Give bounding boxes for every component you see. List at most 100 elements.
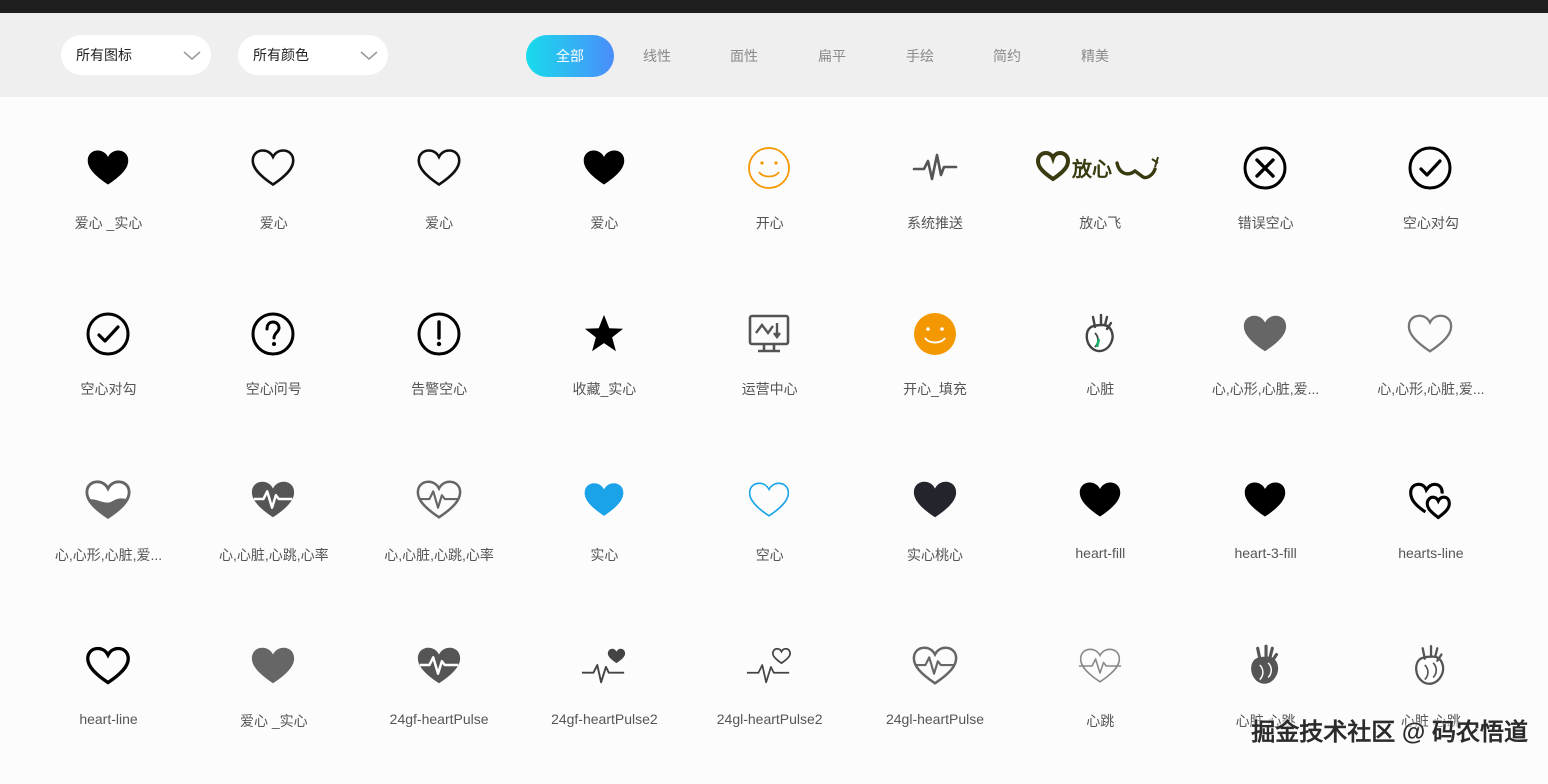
icon-card[interactable]: 心,心形,心脏,爱... [1348,286,1513,452]
tab-linear[interactable]: 线性 [629,35,685,77]
icon-label: hearts-line [1398,545,1464,561]
icon-label: 心跳 [1086,713,1115,729]
icon-card[interactable]: heart-3-fill [1183,452,1348,618]
anatomical-heart-color-icon [1075,311,1125,357]
icon-label: 心脏 [1086,381,1115,397]
check-circle-icon [1405,145,1455,191]
icon-card[interactable]: 开心_填充 [853,286,1018,452]
watermark: 掘金技术社区 @ 码农悟道 [1251,719,1528,746]
icon-card[interactable]: 实心桃心 [853,452,1018,618]
icon-card[interactable]: 心,心脏,心跳,心率 [191,452,356,618]
heart-filled-icon [1240,477,1290,523]
icon-label: 空心 [755,547,784,563]
icon-card[interactable]: 运营中心 [687,286,852,452]
tab-filled[interactable]: 面性 [716,35,772,77]
icon-label: 告警空心 [411,381,468,397]
pulse-heart-outline-icon [744,643,794,689]
icon-card[interactable]: 空心对勾 [1348,120,1513,286]
color-select[interactable]: 所有颜色 [238,35,388,75]
heart-half-fill-icon [83,477,133,523]
heart-filled-icon [1075,477,1125,523]
icon-card[interactable]: 爱心 [357,120,522,286]
icon-card[interactable]: 心脏 心跳 [1183,618,1348,784]
icon-card[interactable]: 爱心 [191,120,356,286]
icon-card[interactable]: 爱心 _实心 [191,618,356,784]
icon-label: 心,心形,心脏,爱... [1211,381,1320,397]
icon-card[interactable]: hearts-line [1348,452,1513,618]
icon-card[interactable]: 24gf-heartPulse2 [522,618,687,784]
tab-simple[interactable]: 简约 [979,35,1035,77]
icon-label: 24gl-heartPulse [885,711,985,727]
tab-all[interactable]: 全部 [526,35,614,77]
icon-card[interactable]: 告警空心 [357,286,522,452]
heart-filled-icon [579,145,629,191]
heart-outline-icon [414,145,464,191]
icon-label: 爱心 _实心 [239,713,308,729]
icon-card[interactable]: 24gf-heartPulse [357,618,522,784]
x-circle-icon [1240,145,1290,191]
icon-grid: 爱心 _实心 爱心 爱心 爱心 开心 系统推送 放心 放心飞 错误空心 空心对勾 空心对勾 空心问号告… [26,120,1522,765]
icon-card[interactable]: 心跳 [1018,618,1183,784]
icon-card[interactable]: 24gl-heartPulse2 [687,618,852,784]
icon-card[interactable]: 放心 放心飞 [1018,120,1183,286]
pulse-heart-filled-icon [579,643,629,689]
check-circle-icon [83,311,133,357]
anatomical-heart-outline-icon [1405,643,1455,689]
icon-label: 心,心形,心脏,爱... [1377,381,1485,397]
icon-card[interactable]: 24gl-heartPulse [853,618,1018,784]
icon-card[interactable]: 爱心 _实心 [26,120,191,286]
icon-card[interactable]: heart-fill [1018,452,1183,618]
star-filled-icon [579,311,629,357]
icon-type-select[interactable]: 所有图标 [61,35,211,75]
smile-outline-icon [744,145,794,191]
icon-label: 心,心脏,心跳,心率 [218,547,329,563]
tab-handdrawn[interactable]: 手绘 [892,35,948,77]
icon-card[interactable]: 空心 [687,452,852,618]
heart-outline-icon [248,145,298,191]
icon-card[interactable]: 实心 [522,452,687,618]
icon-card[interactable]: 心脏 心跳 [1348,618,1513,784]
icon-card[interactable]: 系统推送 [853,120,1018,286]
hearts-line-icon [1405,477,1455,523]
icon-card[interactable]: heart-line [26,618,191,784]
chevron-down-icon [183,51,201,60]
icon-label: 空心对勾 [80,381,137,397]
icon-label: 空心对勾 [1402,215,1459,231]
monitor-chart-icon [744,311,794,357]
heart-filled-icon [83,145,133,191]
heart-outline-blue-icon [744,477,794,523]
anatomical-heart-filled-icon [1240,643,1290,689]
icon-card[interactable]: 心,心形,心脏,爱... [1183,286,1348,452]
icon-card[interactable]: 错误空心 [1183,120,1348,286]
icon-label: 开心_填充 [903,381,967,397]
heart-line-icon [83,643,133,689]
icon-label: 空心问号 [245,381,302,397]
fangxinfei-logo-icon: 放心 [1035,145,1165,191]
heart-filled-gray-icon [248,643,298,689]
heart-pulse-outline-icon [910,643,960,689]
icon-card[interactable]: 心,心形,心脏,爱... [26,452,191,618]
color-select-value: 所有颜色 [253,47,309,63]
smile-filled-icon [910,311,960,357]
alert-circle-icon [414,311,464,357]
icon-label: 放心飞 [1079,215,1122,231]
tab-fine[interactable]: 精美 [1067,35,1123,77]
icon-card[interactable]: 开心 [687,120,852,286]
icon-label: heart-fill [1075,545,1126,561]
pulse-icon [910,145,960,191]
icon-label: 爱心 [259,215,288,231]
chevron-down-icon [360,51,378,60]
icon-card[interactable]: 空心对勾 [26,286,191,452]
icon-label: 心,心脏,心跳,心率 [384,547,494,563]
heart-filled-dark-icon [910,477,960,523]
icon-label: 24gf-heartPulse2 [551,711,658,727]
icon-card[interactable]: 心,心脏,心跳,心率 [357,452,522,618]
icon-card[interactable]: 爱心 [522,120,687,286]
heart-pulse-outline-icon [414,477,464,523]
icon-card[interactable]: 心脏 [1018,286,1183,452]
tab-flat[interactable]: 扁平 [804,35,860,77]
icon-card[interactable]: 收藏_实心 [522,286,687,452]
filter-bar: 所有图标 所有颜色 全部 线性 面性 扁平 手绘 简约 精美 [0,13,1548,97]
icon-card[interactable]: 空心问号 [191,286,356,452]
heartbeat-line-icon [1075,643,1125,689]
